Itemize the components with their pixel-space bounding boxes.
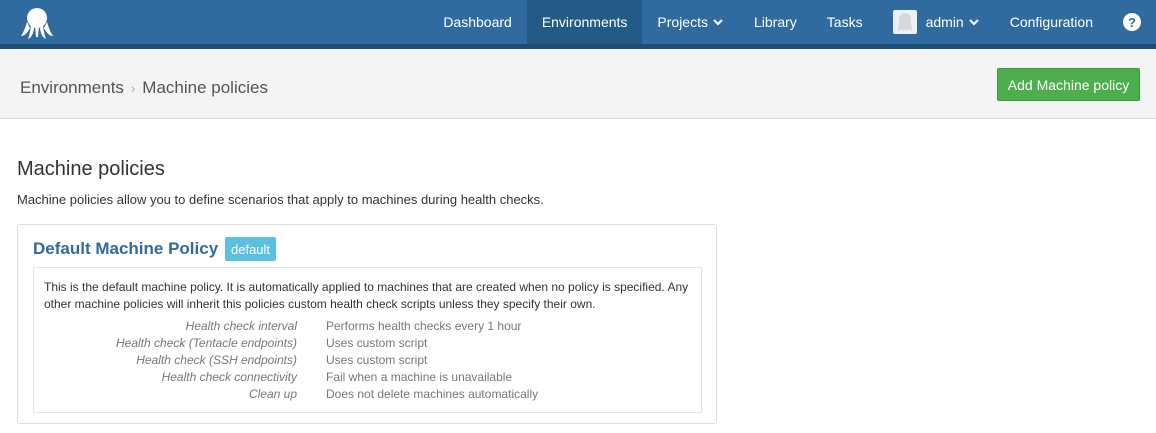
detail-label: Health check (SSH endpoints) xyxy=(136,353,297,367)
help-icon: ? xyxy=(1123,13,1141,31)
detail-value: Does not delete machines automatically xyxy=(326,387,539,401)
default-badge: default xyxy=(225,237,277,261)
avatar xyxy=(892,10,917,34)
detail-row: Health check interval Performs health ch… xyxy=(34,318,703,335)
detail-label: Health check interval xyxy=(185,319,297,333)
detail-label: Health check (Tentacle endpoints) xyxy=(116,336,297,350)
detail-value: Fail when a machine is unavailable xyxy=(326,370,513,384)
detail-row: Health check (SSH endpoints) Uses custom… xyxy=(34,352,703,369)
detail-row: Health check (Tentacle endpoints) Uses c… xyxy=(34,335,703,352)
page-title: Machine policies xyxy=(17,158,165,180)
breadcrumb-current: Machine policies xyxy=(142,78,268,97)
nav-library[interactable]: Library xyxy=(739,0,812,44)
policy-card: Default Machine Policy default This is t… xyxy=(17,224,717,424)
detail-label: Health check connectivity xyxy=(161,370,297,384)
nav-environments[interactable]: Environments xyxy=(526,0,643,44)
breadcrumb: Environments › Machine policies xyxy=(20,78,268,98)
policy-details: Health check interval Performs health ch… xyxy=(34,318,703,403)
detail-label: Clean up xyxy=(248,387,297,401)
nav-tasks[interactable]: Tasks xyxy=(812,0,878,44)
top-navbar: Dashboard Environments Projects Library … xyxy=(0,0,1156,49)
policy-name-link[interactable]: Default Machine Policy xyxy=(33,239,218,259)
detail-row: Clean up Does not delete machines automa… xyxy=(34,386,703,403)
detail-value: Performs health checks every 1 hour xyxy=(326,319,522,333)
nav-library-label: Library xyxy=(753,14,797,30)
page-description: Machine policies allow you to define sce… xyxy=(17,192,544,207)
page-header: Environments › Machine policies Add Mach… xyxy=(0,49,1156,119)
chevron-down-icon xyxy=(713,19,723,26)
detail-row: Health check connectivity Fail when a ma… xyxy=(34,369,703,386)
nav-configuration[interactable]: Configuration xyxy=(995,0,1108,44)
nav-configuration-label: Configuration xyxy=(1009,14,1093,30)
detail-value: Uses custom script xyxy=(326,336,428,350)
chevron-down-icon xyxy=(968,19,979,26)
octopus-logo-icon[interactable] xyxy=(20,6,54,40)
breadcrumb-environments[interactable]: Environments xyxy=(20,78,124,98)
nav-menu: Dashboard Environments Projects Library … xyxy=(428,0,1156,44)
nav-environments-label: Environments xyxy=(541,14,628,30)
user-avatar-icon xyxy=(897,13,912,31)
help-button[interactable]: ? xyxy=(1108,0,1156,44)
policy-description: This is the default machine policy. It i… xyxy=(44,280,689,311)
nav-tasks-label: Tasks xyxy=(826,14,863,30)
breadcrumb-separator: › xyxy=(130,80,136,96)
user-menu[interactable]: admin xyxy=(878,0,995,44)
nav-dashboard-label: Dashboard xyxy=(443,14,512,30)
nav-projects-label: Projects xyxy=(657,14,708,30)
nav-projects[interactable]: Projects xyxy=(642,0,739,44)
detail-value: Uses custom script xyxy=(326,353,428,367)
add-machine-policy-button[interactable]: Add Machine policy xyxy=(997,68,1140,101)
nav-dashboard[interactable]: Dashboard xyxy=(428,0,527,44)
user-name: admin xyxy=(925,14,964,30)
policy-summary: This is the default machine policy. It i… xyxy=(33,267,702,413)
